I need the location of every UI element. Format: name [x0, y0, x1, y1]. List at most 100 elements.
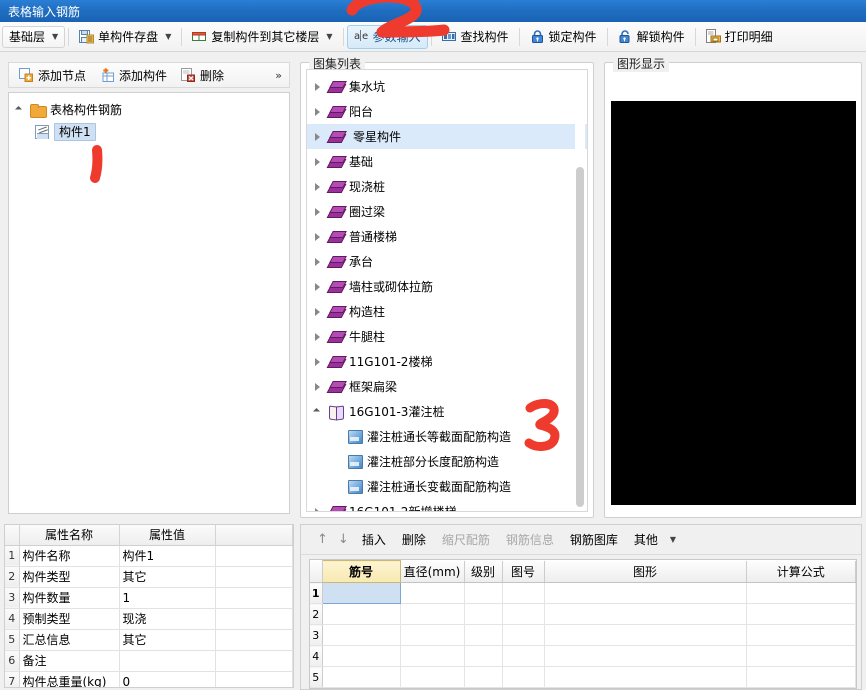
property-row[interactable]: 7 构件总重量(kg) 0	[5, 671, 293, 687]
rebar-cell[interactable]	[544, 603, 747, 625]
atlas-item[interactable]: 16G101-3灌注桩	[307, 399, 587, 424]
unlock-component-button[interactable]: 解锁构件	[611, 25, 692, 49]
delete-row-button[interactable]: 删除	[395, 528, 433, 551]
rebar-cell[interactable]	[746, 645, 856, 667]
chevron-collapsed-icon[interactable]	[313, 107, 323, 117]
property-grid[interactable]: 属性名称 属性值 1 构件名称 构件1 2 构件类型 其它 3 构件数量 1 4 预制类型 现浇 5 汇总…	[4, 524, 294, 688]
chevron-collapsed-icon[interactable]	[313, 382, 323, 392]
rebar-cell[interactable]	[544, 582, 747, 604]
toolbar-overflow-icon[interactable]: »	[275, 69, 285, 82]
atlas-item[interactable]: 灌注桩通长等截面配筋构造	[307, 424, 587, 449]
rebar-column-header[interactable]: 直径(mm)	[400, 560, 465, 583]
add-node-button[interactable]: 添加节点	[13, 65, 92, 85]
print-detail-button[interactable]: 打印明细	[699, 25, 780, 49]
rebar-cell[interactable]	[502, 624, 545, 646]
atlas-item[interactable]: 11G101-2楼梯	[307, 349, 587, 374]
atlas-item[interactable]: 灌注桩通长变截面配筋构造	[307, 474, 587, 499]
property-value-cell[interactable]: 其它	[119, 566, 216, 588]
chevron-collapsed-icon[interactable]	[313, 332, 323, 342]
rebar-cell[interactable]	[322, 645, 401, 667]
chevron-collapsed-icon[interactable]	[313, 507, 323, 511]
rebar-cell[interactable]	[400, 624, 465, 646]
rebar-cell[interactable]	[502, 603, 545, 625]
rebar-library-button[interactable]: 钢筋图库	[563, 528, 625, 551]
chevron-collapsed-icon[interactable]	[313, 232, 323, 242]
property-row[interactable]: 5 汇总信息 其它	[5, 629, 293, 651]
rebar-cell[interactable]	[322, 624, 401, 646]
rebar-cell[interactable]	[400, 645, 465, 667]
add-component-button[interactable]: 添加构件	[94, 65, 173, 85]
atlas-item[interactable]: 集水坑	[307, 74, 587, 99]
chevron-expanded-icon[interactable]	[15, 105, 25, 115]
chevron-collapsed-icon[interactable]	[313, 182, 323, 192]
rebar-cell[interactable]	[322, 603, 401, 625]
save-single-component-button[interactable]: 单构件存盘 ▼	[72, 25, 178, 49]
delete-button[interactable]: 删除	[175, 65, 230, 85]
property-row[interactable]: 1 构件名称 构件1	[5, 545, 293, 567]
rebar-table-row[interactable]: 3	[310, 624, 856, 646]
atlas-item[interactable]: 圈过梁	[307, 199, 587, 224]
rebar-cell[interactable]	[464, 666, 503, 688]
property-value-cell[interactable]: 1	[119, 587, 216, 609]
rebar-column-header[interactable]: 筋号	[321, 560, 401, 583]
rebar-cell[interactable]	[544, 624, 747, 646]
chevron-collapsed-icon[interactable]	[313, 157, 323, 167]
find-component-button[interactable]: 查找构件	[435, 25, 516, 49]
rebar-cell[interactable]	[746, 624, 856, 646]
rebar-cell[interactable]	[400, 666, 465, 688]
property-row[interactable]: 3 构件数量 1	[5, 587, 293, 609]
atlas-item[interactable]: 普通楼梯	[307, 224, 587, 249]
insert-button[interactable]: 插入	[355, 528, 393, 551]
rebar-cell[interactable]	[544, 666, 747, 688]
rebar-cell[interactable]	[464, 624, 503, 646]
property-value-cell[interactable]: 0	[119, 671, 216, 687]
property-row[interactable]: 6 备注	[5, 650, 293, 672]
chevron-collapsed-icon[interactable]	[313, 307, 323, 317]
atlas-list-scrollbar[interactable]	[575, 72, 585, 509]
copy-component-to-floor-button[interactable]: 复制构件到其它楼层 ▼	[185, 25, 339, 49]
atlas-item[interactable]: 基础	[307, 149, 587, 174]
floor-selector[interactable]: 基础层 ▼	[2, 25, 66, 48]
atlas-item[interactable]: 墙柱或砌体拉筋	[307, 274, 587, 299]
lock-component-button[interactable]: 锁定构件	[523, 25, 604, 49]
rebar-column-header[interactable]: 级别	[464, 560, 503, 583]
chevron-collapsed-icon[interactable]	[313, 82, 323, 92]
atlas-item[interactable]: 框架扁梁	[307, 374, 587, 399]
property-row[interactable]: 4 预制类型 现浇	[5, 608, 293, 630]
atlas-list[interactable]: 集水坑 阳台 零星构件 基础 现浇桩 圈过梁 普通楼梯 承台 墙柱或砌体拉筋 构造柱 牛腿柱 11G1…	[306, 69, 588, 512]
property-value-cell[interactable]	[119, 650, 216, 672]
rebar-cell[interactable]	[544, 645, 747, 667]
rebar-cell[interactable]	[464, 645, 503, 667]
rebar-cell[interactable]	[321, 582, 401, 604]
component-tree[interactable]: 表格构件钢筋 构件1	[8, 92, 290, 514]
parameter-input-button[interactable]: a e 参数输入	[346, 24, 428, 49]
property-value-cell[interactable]: 构件1	[119, 545, 216, 567]
rebar-table-row[interactable]: 5	[310, 666, 856, 688]
rebar-table-row[interactable]: 1	[310, 582, 856, 604]
atlas-item[interactable]: 承台	[307, 249, 587, 274]
chevron-collapsed-icon[interactable]	[313, 357, 323, 367]
rebar-cell[interactable]	[746, 603, 856, 625]
atlas-item[interactable]: 牛腿柱	[307, 324, 587, 349]
other-menu-button[interactable]: 其他	[627, 528, 665, 551]
rebar-cell[interactable]	[464, 603, 503, 625]
atlas-item[interactable]: 零星构件	[307, 124, 587, 149]
scrollbar-thumb[interactable]	[576, 167, 584, 507]
rebar-cell[interactable]	[502, 666, 545, 688]
chevron-collapsed-icon[interactable]	[313, 207, 323, 217]
rebar-grid[interactable]: 筋号 直径(mm) 级别 图号 图形 计算公式 12345	[309, 559, 857, 689]
rebar-column-header[interactable]: 图形	[544, 560, 747, 583]
chevron-collapsed-icon[interactable]	[313, 257, 323, 267]
chevron-down-icon[interactable]: ▼	[326, 32, 332, 41]
rebar-cell[interactable]	[400, 582, 465, 604]
atlas-item[interactable]: 灌注桩部分长度配筋构造	[307, 449, 587, 474]
rebar-cell[interactable]	[464, 582, 503, 604]
atlas-item[interactable]: 阳台	[307, 99, 587, 124]
chevron-collapsed-icon[interactable]	[313, 132, 323, 142]
atlas-item[interactable]: 现浇桩	[307, 174, 587, 199]
rebar-cell[interactable]	[746, 666, 856, 688]
rebar-column-header[interactable]: 图号	[502, 560, 545, 583]
rebar-cell[interactable]	[746, 582, 856, 604]
property-row[interactable]: 2 构件类型 其它	[5, 566, 293, 588]
tree-node-component1[interactable]: 构件1	[9, 121, 289, 143]
